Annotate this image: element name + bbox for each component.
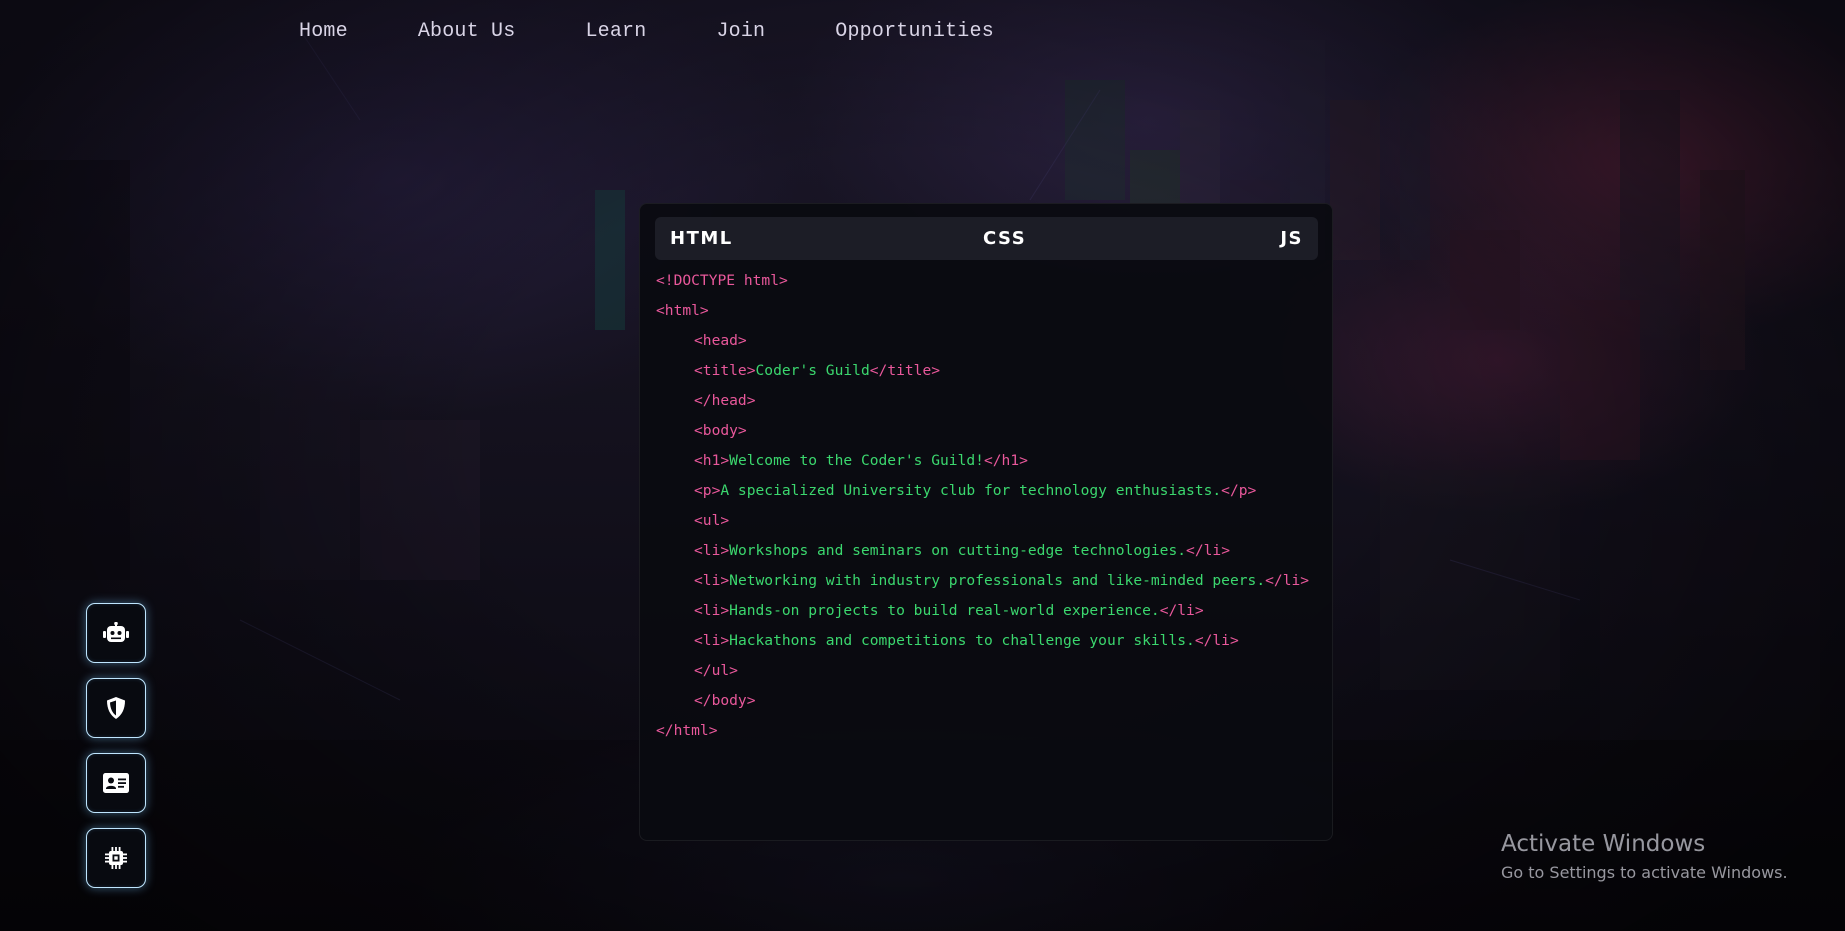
code-tag: <li> (694, 602, 730, 619)
tab-js[interactable]: JS (1280, 217, 1303, 260)
code-line: <li>Hands-on projects to build real-worl… (694, 601, 1204, 621)
tab-css[interactable]: CSS (983, 217, 1026, 260)
shield-icon (107, 697, 125, 719)
code-line: <h1>Welcome to the Coder's Guild!</h1> (694, 451, 1028, 471)
robot-icon (103, 622, 129, 642)
code-line: </html> (656, 721, 718, 741)
code-line: <html> (656, 301, 709, 321)
code-tag: <ul> (694, 512, 730, 529)
code-line: <li>Networking with industry professiona… (694, 571, 1309, 591)
code-tag: <p> (694, 482, 721, 499)
code-tag: </li> (1265, 572, 1310, 589)
code-line: <li>Hackathons and competitions to chall… (694, 631, 1239, 651)
watermark-subtitle: Go to Settings to activate Windows. (1501, 863, 1788, 882)
code-line: <head> (694, 331, 747, 351)
code-tag: </li> (1194, 632, 1239, 649)
code-line: </head> (694, 391, 756, 411)
code-tag: <h1> (694, 452, 730, 469)
code-line: <p>A specialized University club for tec… (694, 481, 1256, 501)
code-line: </ul> (694, 661, 738, 681)
microchip-button[interactable] (86, 828, 146, 888)
code-tag: <li> (694, 632, 730, 649)
code-tag: <li> (694, 542, 730, 559)
code-tag: </head> (694, 392, 756, 409)
code-line: <ul> (694, 511, 729, 531)
nav-opportunities[interactable]: Opportunities (835, 20, 994, 43)
code-tag: </li> (1159, 602, 1204, 619)
nav-join[interactable]: Join (716, 20, 765, 43)
code-line: <title>Coder's Guild</title> (694, 361, 940, 381)
code-line: <body> (694, 421, 747, 441)
id-card-button[interactable] (86, 753, 146, 813)
code-tag: <html> (656, 302, 709, 319)
code-tag: <li> (694, 572, 730, 589)
code-tag: </h1> (983, 452, 1028, 469)
code-text: Workshops and seminars on cutting-edge t… (729, 542, 1187, 559)
code-tag: </ul> (694, 662, 738, 679)
code-editor-card: HTML CSS JS <!DOCTYPE html> <html> <head> <… (639, 203, 1333, 841)
windows-activation-watermark: Activate Windows Go to Settings to activ… (1501, 830, 1788, 884)
top-navigation: Home About Us Learn Join Opportunities (299, 20, 1064, 43)
microchip-icon (105, 847, 127, 869)
code-tag: </body> (694, 692, 756, 709)
nav-about-us[interactable]: About Us (418, 20, 516, 43)
code-text: Hands-on projects to build real-world ex… (729, 602, 1160, 619)
shield-button[interactable] (86, 678, 146, 738)
code-text: A specialized University club for techno… (720, 482, 1222, 499)
code-tag: <body> (694, 422, 747, 439)
nav-home[interactable]: Home (299, 20, 348, 43)
code-tag: </html> (656, 722, 718, 739)
id-card-icon (103, 773, 129, 793)
nav-learn[interactable]: Learn (585, 20, 646, 43)
code-line: <li>Workshops and seminars on cutting-ed… (694, 541, 1230, 561)
code-tag: <title> (694, 362, 756, 379)
code-line: </body> (694, 691, 756, 711)
code-tag: <head> (694, 332, 747, 349)
code-tag: </p> (1221, 482, 1257, 499)
code-tag: <!DOCTYPE html> (656, 272, 788, 289)
code-text: Networking with industry professionals a… (729, 572, 1266, 589)
code-text: Welcome to the Coder's Guild! (729, 452, 984, 469)
language-tabs: HTML CSS JS (655, 217, 1318, 260)
tab-html[interactable]: HTML (670, 217, 733, 260)
code-line: <!DOCTYPE html> (656, 271, 788, 291)
code-tag: </title> (869, 362, 941, 379)
code-text: Coder's Guild (755, 362, 870, 379)
watermark-title: Activate Windows (1501, 831, 1706, 857)
code-text: Hackathons and competitions to challenge… (729, 632, 1195, 649)
robot-button[interactable] (86, 603, 146, 663)
code-tag: </li> (1186, 542, 1230, 559)
